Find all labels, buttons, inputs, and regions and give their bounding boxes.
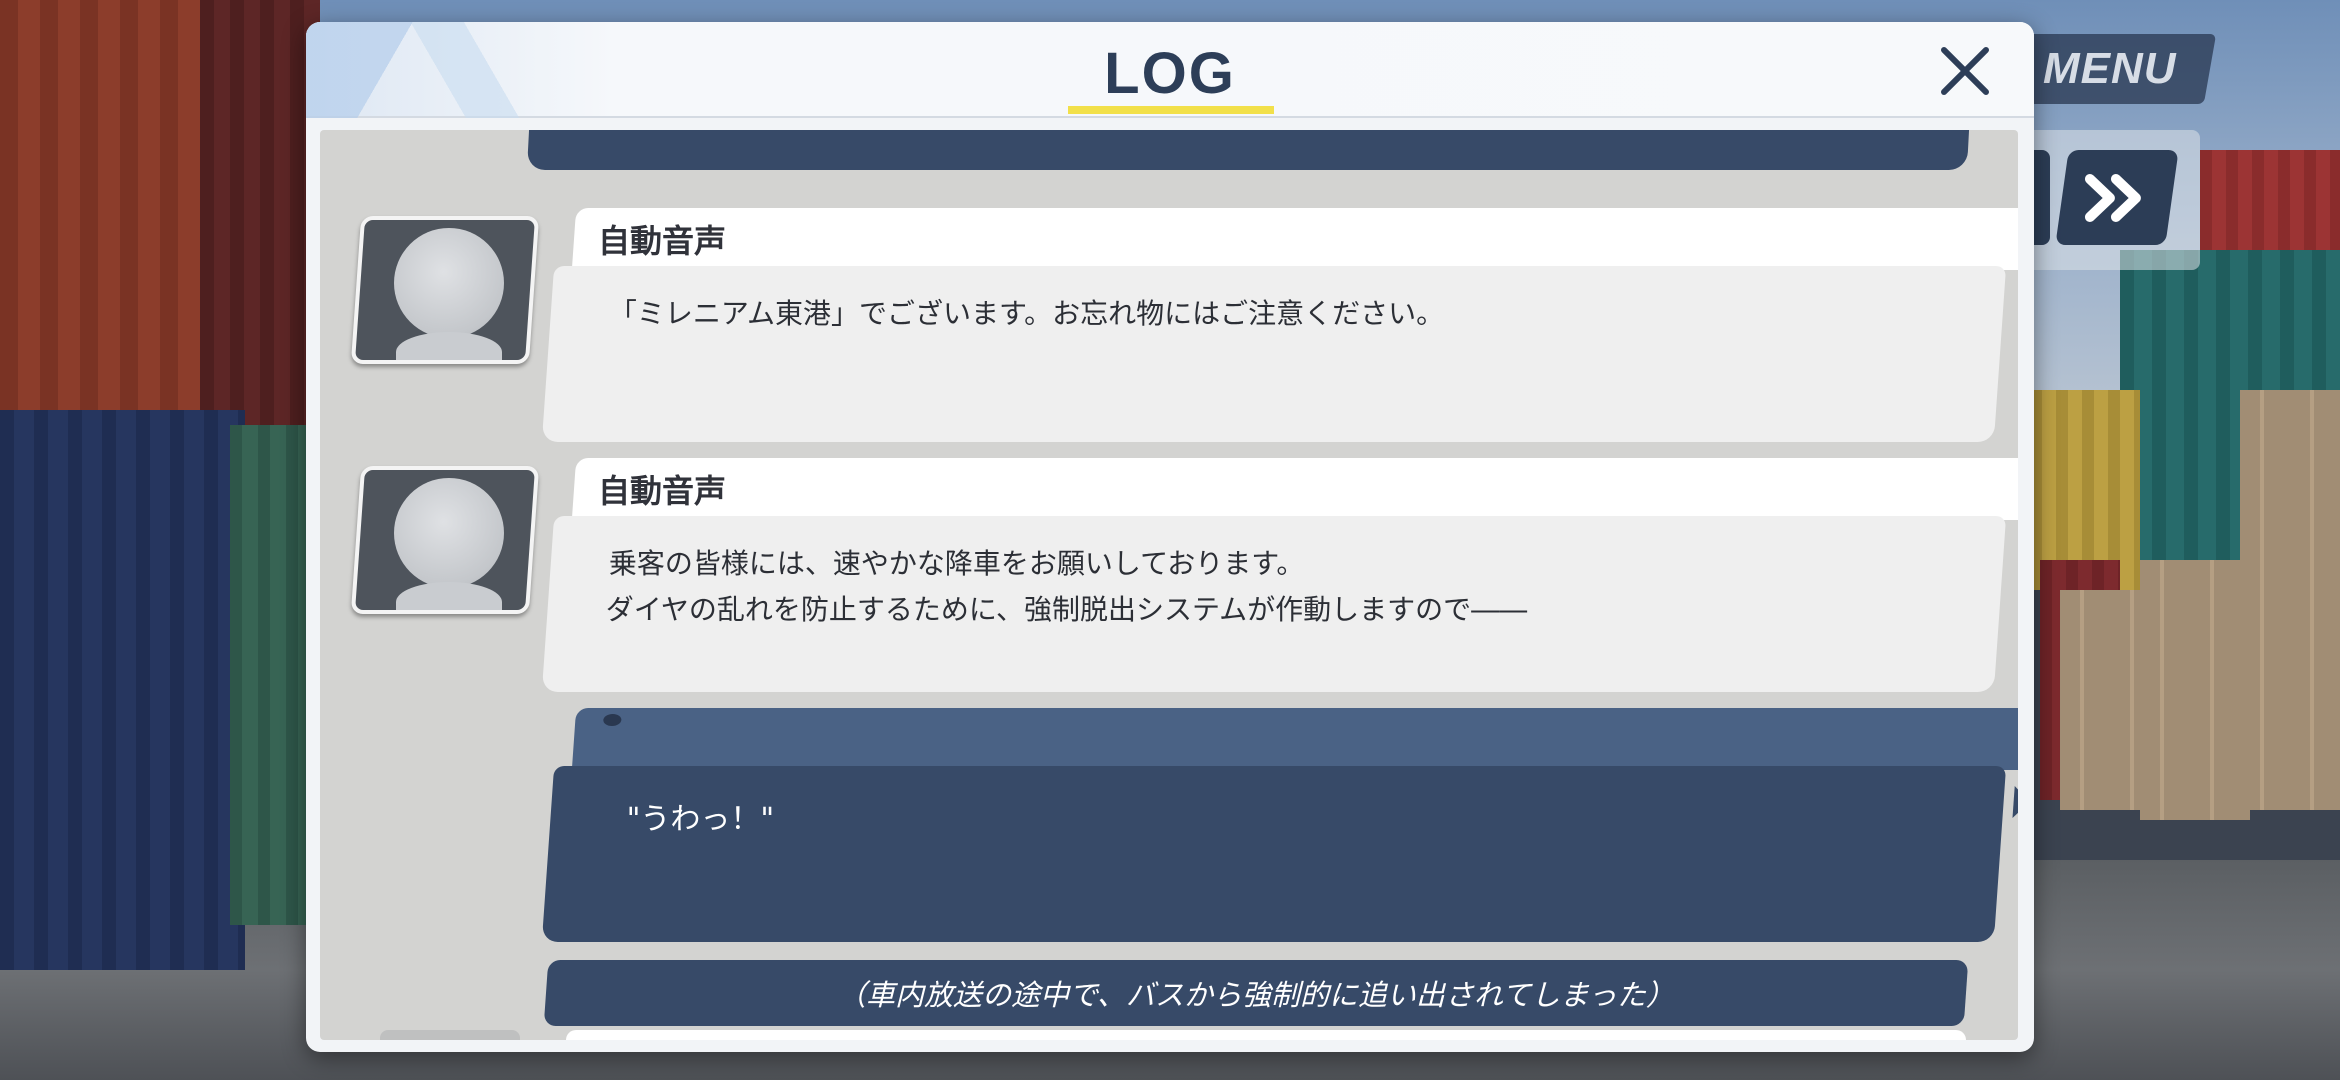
container-red-far <box>2200 150 2340 260</box>
close-button[interactable] <box>1932 38 1998 104</box>
avatar-silhouette-body <box>396 582 502 614</box>
narration-bar: （車内放送の途中で、バスから強制的に追い出されてしまった） <box>543 960 1969 1026</box>
player-message-pointer <box>2012 786 2018 818</box>
fast-forward-button[interactable] <box>2055 150 2179 245</box>
speaker-avatar <box>350 216 540 364</box>
speaker-name-bar <box>571 458 2018 520</box>
speaker-name: 自動音声 <box>598 472 727 510</box>
speaker-name: 自動音声 <box>598 222 727 260</box>
log-scroll-area[interactable]: 自動音声 「ミレニアム東港」でございます。お忘れ物にはご注意ください。 自動音声… <box>320 130 2018 1040</box>
player-message-box <box>541 766 2007 942</box>
close-icon <box>1941 47 1989 95</box>
message-line: 乗客の皆様には、速やかな降車をお願いしております。 <box>608 547 1305 580</box>
avatar-silhouette-head <box>394 478 504 588</box>
previous-entry-partial <box>526 130 1970 170</box>
wooden-crate <box>2060 590 2150 810</box>
title-underline <box>1068 106 1274 114</box>
menu-label: MENU <box>2043 44 2177 93</box>
log-entry: 自動音声 「ミレニアム東港」でございます。お忘れ物にはご注意ください。 <box>541 208 2018 442</box>
next-entry-partial <box>566 1030 1966 1040</box>
player-log-entry: "うわっ！" <box>541 708 2018 942</box>
log-entry: 自動音声 乗客の皆様には、速やかな降車をお願いしております。 ダイヤの乱れを防止… <box>541 458 2018 692</box>
fast-forward-icon <box>2085 173 2141 222</box>
wooden-crate <box>2240 390 2340 810</box>
container-dark-red <box>200 0 320 440</box>
avatar-silhouette-body <box>396 332 502 364</box>
container-blue <box>0 410 245 970</box>
player-message-line: "うわっ！" <box>626 802 775 837</box>
speaker-avatar <box>350 466 540 614</box>
player-name-bar <box>571 708 2018 770</box>
speaker-name-bar <box>571 208 2018 270</box>
narration-text: （車内放送の途中で、バスから強制的に追い出されてしまった） <box>837 978 1675 1012</box>
menu-button[interactable]: MENU <box>2003 34 2217 104</box>
log-window: LOG 自動音声 「ミレニアム東港」でございます。お忘れ物にはご注意ください。 <box>306 22 2034 1052</box>
wooden-crate <box>2140 560 2250 820</box>
message-line: 「ミレニアム東港」でございます。お忘れ物にはご注意ください。 <box>608 297 1445 330</box>
message-line: ダイヤの乱れを防止するために、強制脱出システムが作動しますので―― <box>605 593 1528 626</box>
avatar-silhouette-head <box>394 228 504 338</box>
log-header: LOG <box>306 22 2034 118</box>
next-avatar-partial <box>380 1030 520 1040</box>
log-title: LOG <box>1104 41 1236 106</box>
